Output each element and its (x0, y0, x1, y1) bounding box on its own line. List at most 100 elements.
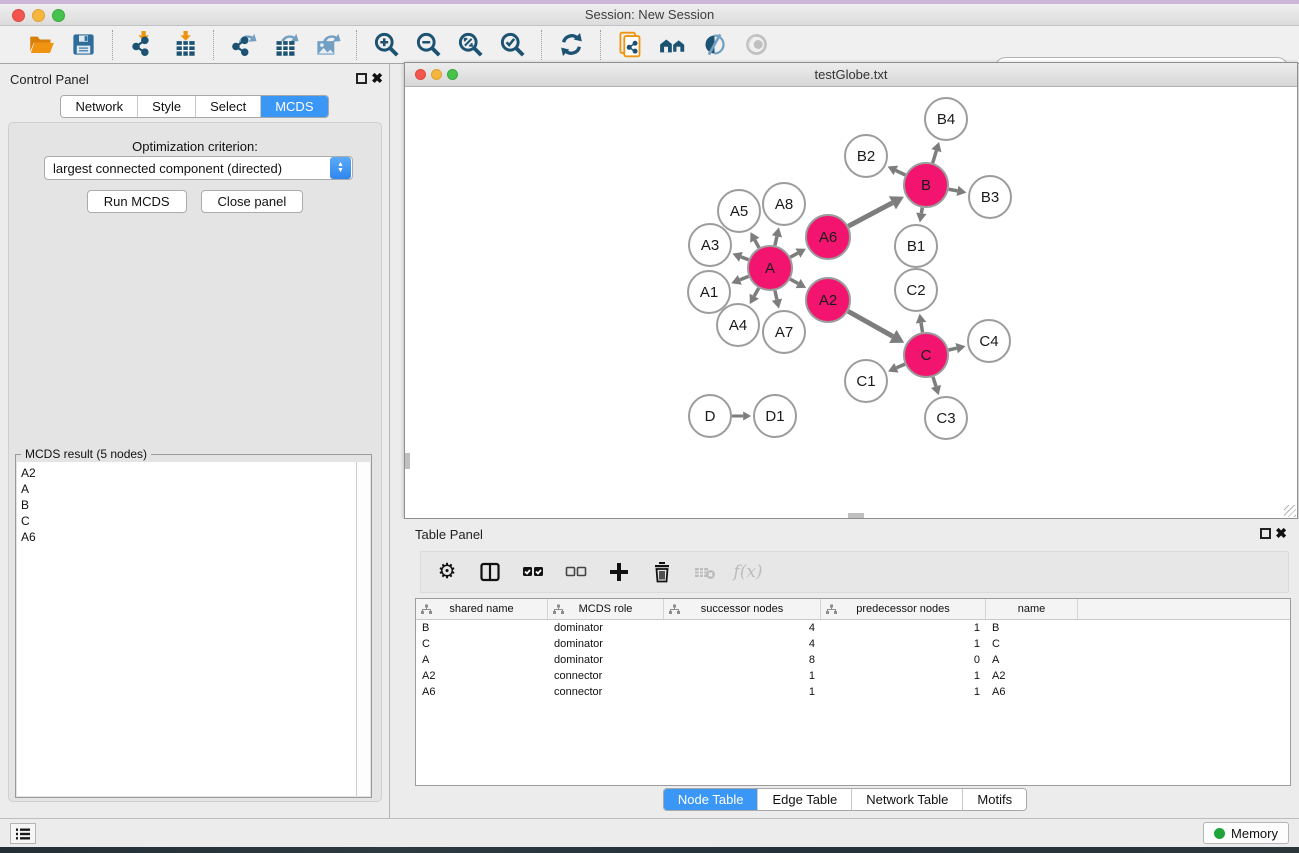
edge-A-A6[interactable] (790, 253, 798, 257)
column-header-successor-nodes[interactable]: successor nodes (664, 599, 821, 619)
edge-A-A1[interactable] (740, 276, 749, 279)
window-resize-gripper[interactable] (1284, 505, 1296, 517)
edge-A-A8[interactable] (775, 236, 777, 245)
close-panel-icon[interactable]: ✖ (371, 69, 383, 87)
mcds-result-item[interactable]: A (21, 481, 356, 497)
criterion-dropdown[interactable]: largest connected component (directed) ▲… (44, 156, 353, 180)
zoom-selected-icon[interactable] (497, 30, 527, 60)
mcds-result-item[interactable]: A2 (21, 465, 356, 481)
table-cell[interactable]: A2 (416, 670, 548, 682)
table-row[interactable]: Bdominator41B (416, 620, 1290, 636)
table-cell[interactable]: A (416, 654, 548, 666)
table-cell[interactable]: A6 (416, 686, 548, 698)
table-cell[interactable]: A2 (986, 670, 1078, 682)
zoom-in-icon[interactable] (371, 30, 401, 60)
export-network-icon[interactable] (228, 30, 258, 60)
table-cell[interactable]: 1 (664, 670, 821, 682)
table-cell[interactable]: dominator (548, 622, 664, 634)
table-cell[interactable]: 1 (821, 622, 986, 634)
deselect-all-checkboxes-icon[interactable] (563, 559, 589, 585)
table-row[interactable]: Adominator80A (416, 652, 1290, 668)
column-header-name[interactable]: name (986, 599, 1078, 619)
table-cell[interactable]: 1 (821, 670, 986, 682)
mcds-result-item[interactable]: B (21, 497, 356, 513)
table-close-panel-icon[interactable]: ✖ (1275, 524, 1287, 542)
export-table-icon[interactable] (270, 30, 300, 60)
table-row[interactable]: A6connector11A6 (416, 684, 1290, 700)
edge-A-A5[interactable] (755, 240, 759, 248)
edge-B-B3[interactable] (949, 189, 958, 191)
mcds-result-item[interactable]: A6 (21, 529, 356, 545)
import-network-icon[interactable] (127, 30, 157, 60)
edge-C-C3[interactable] (933, 377, 936, 387)
column-header-MCDS-role[interactable]: MCDS role (548, 599, 664, 619)
network-window-titlebar[interactable]: testGlobe.txt (405, 63, 1297, 87)
zoom-out-icon[interactable] (413, 30, 443, 60)
table-float-panel-icon[interactable] (1260, 528, 1271, 539)
mcds-result-scrollbar[interactable] (357, 462, 370, 796)
edge-C-C2[interactable] (921, 323, 922, 333)
task-history-button[interactable] (10, 823, 36, 844)
column-layout-icon[interactable] (477, 559, 503, 585)
tab-network-table[interactable]: Network Table (851, 789, 962, 810)
canvas-bottom-handle[interactable] (848, 513, 864, 518)
select-all-checkboxes-icon[interactable] (520, 559, 546, 585)
column-header-predecessor-nodes[interactable]: predecessor nodes (821, 599, 986, 619)
table-cell[interactable]: dominator (548, 638, 664, 650)
column-header-shared-name[interactable]: shared name (416, 599, 548, 619)
run-mcds-button[interactable]: Run MCDS (87, 190, 187, 213)
tab-mcds[interactable]: MCDS (260, 96, 327, 117)
edge-A-A2[interactable] (790, 279, 798, 283)
home-networks-icon[interactable] (657, 30, 687, 60)
edge-A2-C[interactable] (848, 311, 893, 336)
table-cell[interactable]: 1 (821, 638, 986, 650)
refresh-layout-icon[interactable] (556, 30, 586, 60)
save-session-icon[interactable] (68, 30, 98, 60)
tab-edge-table[interactable]: Edge Table (757, 789, 851, 810)
canvas-left-handle[interactable] (405, 453, 410, 469)
open-session-icon[interactable] (26, 30, 56, 60)
tab-node-table[interactable]: Node Table (664, 789, 758, 810)
edge-B-B1[interactable] (921, 208, 922, 214)
network-file-icon[interactable] (615, 30, 645, 60)
edge-B-B4[interactable] (933, 151, 937, 163)
table-cell[interactable]: 1 (664, 686, 821, 698)
tab-network[interactable]: Network (61, 96, 137, 117)
hide-graphics-details-icon[interactable] (699, 30, 729, 60)
mcds-result-list[interactable]: A2ABCA6 (17, 462, 357, 796)
edge-A-A3[interactable] (741, 257, 749, 260)
table-cell[interactable]: 1 (821, 686, 986, 698)
edge-A6-B[interactable] (848, 203, 892, 226)
tab-style[interactable]: Style (137, 96, 195, 117)
export-image-icon[interactable] (312, 30, 342, 60)
table-cell[interactable]: A (986, 654, 1078, 666)
memory-button[interactable]: Memory (1203, 822, 1289, 844)
close-panel-button[interactable]: Close panel (201, 190, 304, 213)
edge-A-A4[interactable] (754, 288, 759, 296)
settings-gear-icon[interactable]: ⚙ (434, 559, 460, 585)
edge-B-B2[interactable] (896, 170, 905, 175)
table-row[interactable]: Cdominator41C (416, 636, 1290, 652)
table-cell[interactable]: 4 (664, 622, 821, 634)
table-cell[interactable]: C (986, 638, 1078, 650)
table-cell[interactable]: C (416, 638, 548, 650)
mcds-result-item[interactable]: C (21, 513, 356, 529)
table-cell[interactable]: B (416, 622, 548, 634)
zoom-fit-icon[interactable] (455, 30, 485, 60)
table-cell[interactable]: B (986, 622, 1078, 634)
edge-C-C4[interactable] (948, 348, 956, 350)
float-panel-icon[interactable] (356, 73, 367, 84)
tab-select[interactable]: Select (195, 96, 260, 117)
network-canvas[interactable]: AA1A2A3A4A5A6A7A8BB1B2B3B4CC1C2C3C4DD1 (405, 87, 1297, 518)
table-cell[interactable]: connector (548, 686, 664, 698)
table-cell[interactable]: A6 (986, 686, 1078, 698)
import-table-icon[interactable] (169, 30, 199, 60)
table-cell[interactable]: 4 (664, 638, 821, 650)
table-cell[interactable]: dominator (548, 654, 664, 666)
table-cell[interactable]: connector (548, 670, 664, 682)
table-cell[interactable]: 8 (664, 654, 821, 666)
edge-C-C1[interactable] (896, 364, 905, 368)
add-column-icon[interactable] (606, 559, 632, 585)
edge-A-A7[interactable] (775, 290, 777, 299)
table-row[interactable]: A2connector11A2 (416, 668, 1290, 684)
